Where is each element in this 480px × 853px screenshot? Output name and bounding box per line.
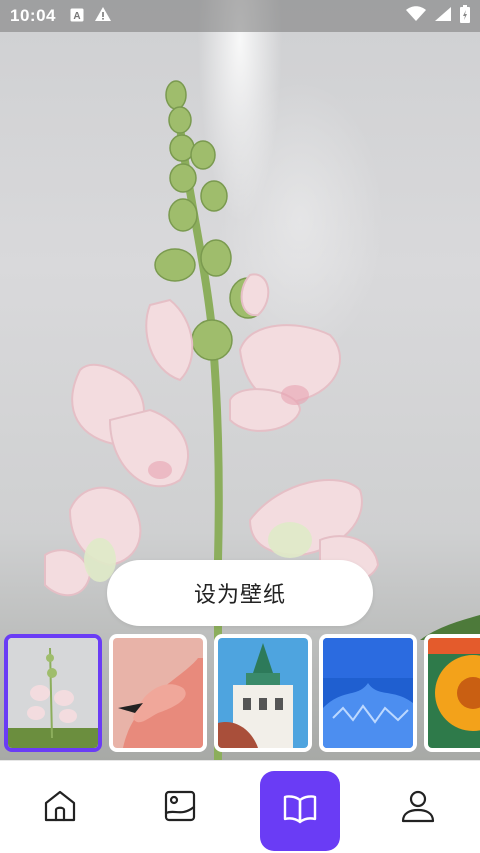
gallery-icon — [163, 789, 197, 827]
wallpaper-thumbnails — [4, 634, 480, 752]
profile-icon — [400, 788, 436, 828]
thumb-church[interactable] — [214, 634, 312, 752]
book-icon — [283, 794, 317, 828]
nav-gallery[interactable] — [140, 761, 220, 853]
home-icon — [42, 788, 78, 828]
thumb-flamingo[interactable] — [109, 634, 207, 752]
status-time: 10:04 — [10, 6, 56, 25]
a-badge-icon: A — [70, 7, 84, 26]
wifi-icon — [406, 6, 426, 26]
battery-icon — [460, 5, 470, 27]
set-wallpaper-label: 设为壁纸 — [193, 583, 286, 608]
thumb-blue-ice[interactable] — [319, 634, 417, 752]
nav-home[interactable] — [20, 761, 100, 853]
thumb-sunflower[interactable] — [424, 634, 480, 752]
svg-text:A: A — [73, 11, 80, 22]
signal-icon — [434, 6, 452, 26]
nav-book[interactable] — [259, 761, 341, 853]
status-bar: 10:04 A — [0, 0, 480, 32]
bottom-navigation — [0, 760, 480, 853]
thumb-flower[interactable] — [4, 634, 102, 752]
set-wallpaper-button[interactable]: 设为壁纸 — [107, 560, 373, 626]
warning-icon — [94, 6, 112, 26]
nav-profile[interactable] — [378, 761, 458, 853]
nav-book-active-bg — [260, 770, 340, 851]
